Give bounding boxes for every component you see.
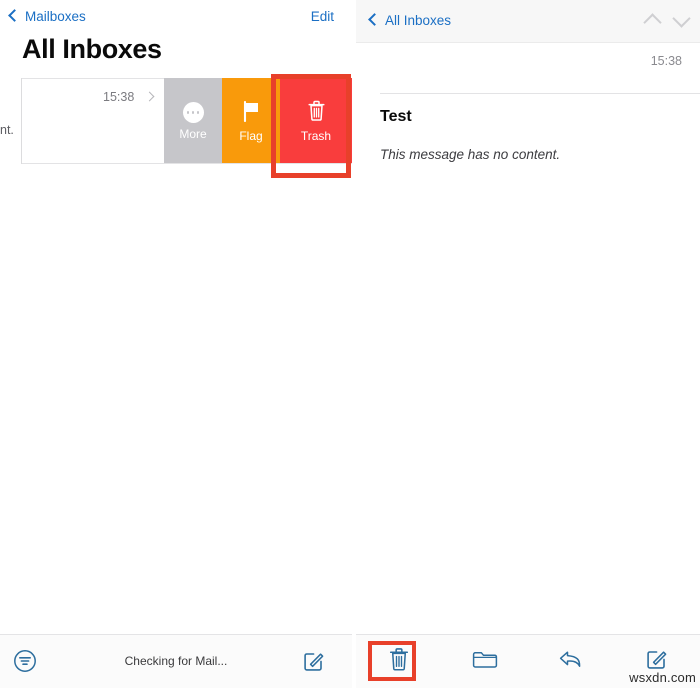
folder-icon bbox=[472, 648, 498, 675]
all-inboxes-back-label: All Inboxes bbox=[385, 13, 452, 28]
chevron-left-icon bbox=[368, 13, 381, 26]
screenshot-root: Mailboxes Edit All Inboxes nt. 15:38 Mor… bbox=[0, 0, 700, 688]
chevron-left-icon bbox=[8, 9, 21, 22]
swipe-more-label: More bbox=[179, 127, 207, 141]
swipe-trash-label: Trash bbox=[300, 129, 332, 143]
message-subject: Test bbox=[380, 108, 412, 125]
move-message-button[interactable] bbox=[442, 635, 528, 688]
trash-icon bbox=[307, 100, 326, 125]
mail-list-toolbar: Checking for Mail... bbox=[0, 634, 352, 688]
mailboxes-back-label: Mailboxes bbox=[25, 9, 86, 24]
row-left-edge bbox=[21, 78, 22, 164]
reply-button[interactable] bbox=[528, 635, 614, 688]
watermark: wsxdn.com bbox=[629, 670, 696, 685]
mail-status-text: Checking for Mail... bbox=[124, 654, 228, 668]
message-body: This message has no content. bbox=[380, 147, 561, 162]
all-inboxes-back-button[interactable]: All Inboxes bbox=[368, 13, 452, 28]
message-detail-panel: All Inboxes 15:38 Test This message has … bbox=[356, 0, 700, 688]
chevron-right-icon bbox=[144, 91, 155, 102]
swipe-more-button[interactable]: More bbox=[164, 78, 222, 164]
mailboxes-back-button[interactable]: Mailboxes bbox=[8, 9, 86, 24]
mail-list-panel: Mailboxes Edit All Inboxes nt. 15:38 Mor… bbox=[0, 0, 352, 688]
message-navbar: All Inboxes bbox=[356, 0, 700, 43]
compose-icon[interactable] bbox=[302, 649, 326, 678]
row-preview-clipped: nt. bbox=[0, 123, 14, 137]
chevron-up-icon[interactable] bbox=[643, 13, 662, 32]
mail-list-row[interactable]: nt. 15:38 More Flag Trash bbox=[0, 78, 352, 164]
page-title: All Inboxes bbox=[22, 34, 162, 64]
message-nav-arrows bbox=[643, 9, 691, 32]
swipe-flag-label: Flag bbox=[239, 128, 263, 143]
ellipsis-circle-icon bbox=[182, 102, 204, 123]
swipe-trash-button[interactable]: Trash bbox=[280, 78, 352, 164]
edit-button[interactable]: Edit bbox=[311, 9, 334, 24]
message-time: 15:38 bbox=[650, 54, 682, 68]
reply-arrow-icon bbox=[558, 647, 584, 676]
message-header-divider bbox=[380, 93, 700, 94]
row-separator-bottom bbox=[22, 163, 352, 164]
swipe-flag-button[interactable]: Flag bbox=[222, 78, 280, 164]
mail-list-navbar: Mailboxes Edit bbox=[0, 0, 352, 38]
chevron-down-icon[interactable] bbox=[672, 9, 691, 28]
delete-message-button[interactable] bbox=[356, 635, 442, 688]
row-time: 15:38 bbox=[103, 90, 135, 104]
swipe-action-group: More Flag Trash bbox=[164, 78, 352, 164]
flag-icon bbox=[241, 100, 261, 125]
trash-icon bbox=[388, 647, 410, 677]
